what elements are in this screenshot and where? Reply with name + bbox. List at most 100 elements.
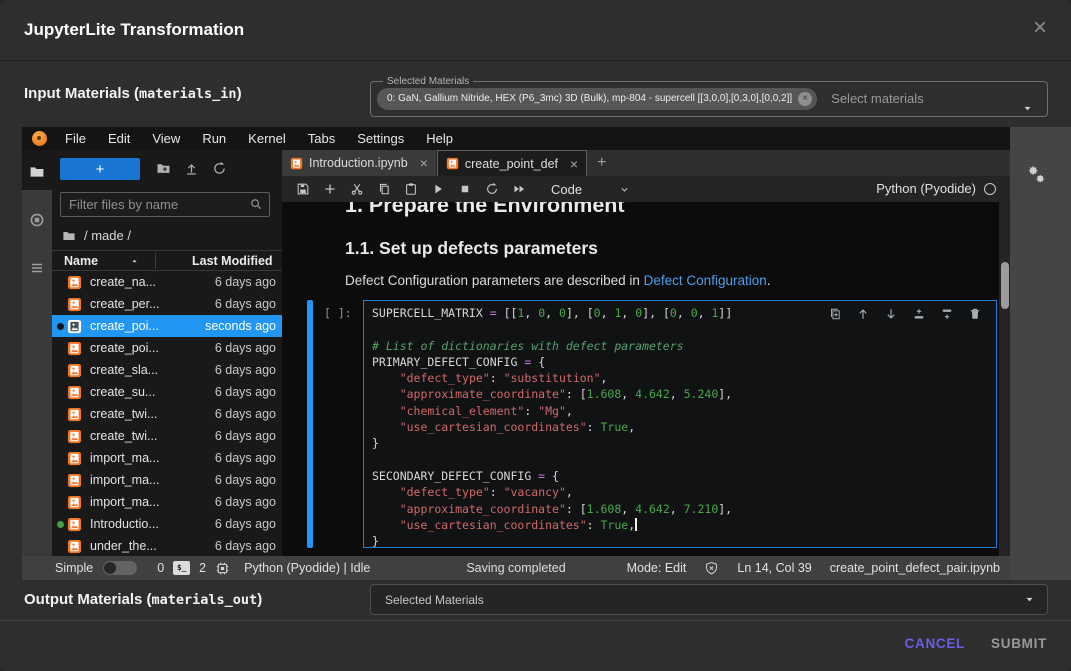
scrollbar-thumb[interactable]	[1001, 262, 1009, 309]
menu-kernel[interactable]: Kernel	[237, 127, 297, 150]
close-icon[interactable]: ×	[1033, 14, 1047, 42]
stop-icon[interactable]	[458, 182, 472, 196]
file-row[interactable]: create_poi...6 days ago	[52, 337, 282, 359]
notebook-icon	[67, 451, 82, 466]
sort-ascending-icon	[130, 257, 139, 266]
dialog-title: JupyterLite Transformation	[24, 20, 244, 40]
defect-configuration-link[interactable]: Defect Configuration	[644, 273, 767, 288]
mode-indicator[interactable]: Mode: Edit	[627, 561, 687, 575]
simple-mode-toggle[interactable]	[103, 561, 137, 575]
menu-run[interactable]: Run	[191, 127, 237, 150]
menu-help[interactable]: Help	[415, 127, 464, 150]
trash-icon[interactable]	[968, 307, 982, 321]
terminal-icon[interactable]: $_	[173, 561, 190, 575]
breadcrumb[interactable]: / made /	[62, 228, 131, 243]
fast-forward-icon[interactable]	[512, 182, 526, 196]
move-down-icon[interactable]	[884, 307, 898, 321]
kernels-count[interactable]: 2	[199, 561, 206, 575]
notebook-panel: Introduction.ipynb×create_point_defect_p…	[282, 150, 1010, 556]
cell-prompt: [ ]:	[324, 306, 352, 320]
running-icon[interactable]	[29, 212, 45, 228]
dropdown-caret-icon[interactable]	[1022, 103, 1033, 114]
kernel-status-icon[interactable]	[984, 183, 996, 195]
menu-file[interactable]: File	[54, 127, 97, 150]
output-materials-select[interactable]: Selected Materials	[370, 584, 1048, 615]
tab-bar: Introduction.ipynb×create_point_defect_p…	[282, 150, 1010, 176]
submit-button[interactable]: SUBMIT	[991, 636, 1047, 651]
notebook-scrollbar[interactable]	[999, 202, 1010, 556]
notebook-icon	[290, 157, 303, 170]
file-row[interactable]: create_twi...6 days ago	[52, 403, 282, 425]
menu-view[interactable]: View	[141, 127, 191, 150]
jupyterlab-app: FileEditViewRunKernelTabsSettingsHelp + …	[22, 127, 1010, 580]
cancel-button[interactable]: CANCEL	[905, 636, 965, 651]
file-row[interactable]: import_ma...6 days ago	[52, 447, 282, 469]
tab-Introduction.ipynb[interactable]: Introduction.ipynb×	[282, 150, 437, 176]
tab-close-icon[interactable]: ×	[570, 156, 578, 172]
menu-tabs[interactable]: Tabs	[297, 127, 346, 150]
terminals-count[interactable]: 0	[157, 561, 164, 575]
new-folder-icon[interactable]	[156, 161, 171, 176]
cell-type-dropdown[interactable]: Code	[551, 182, 582, 197]
run-icon[interactable]	[431, 182, 445, 196]
notebook-icon	[446, 157, 459, 170]
code-lines: SUPERCELL_MATRIX = [[1, 0, 0], [0, 1, 0]…	[364, 301, 996, 549]
insert-below-icon[interactable]	[940, 307, 954, 321]
filter-files-input[interactable]	[60, 192, 270, 217]
code-editor[interactable]: SUPERCELL_MATRIX = [[1, 0, 0], [0, 1, 0]…	[363, 300, 997, 548]
add-icon[interactable]	[323, 182, 337, 196]
file-row[interactable]: create_sla...6 days ago	[52, 359, 282, 381]
chevron-down-icon[interactable]	[619, 184, 630, 195]
cell-toolbar	[828, 307, 982, 321]
paste-icon[interactable]	[404, 182, 418, 196]
folder-icon[interactable]	[29, 164, 45, 180]
cursor-position[interactable]: Ln 14, Col 39	[737, 561, 811, 575]
text-cursor	[635, 518, 637, 531]
restart-icon[interactable]	[485, 182, 499, 196]
settings-gears-icon[interactable]	[1026, 164, 1046, 184]
tab-create_point_defect_pair.ip[interactable]: create_point_defect_pair.ip×	[437, 150, 587, 176]
save-icon[interactable]	[296, 182, 310, 196]
file-row[interactable]: import_ma...6 days ago	[52, 491, 282, 513]
file-name: create_per...	[90, 297, 160, 311]
file-row[interactable]: create_twi...6 days ago	[52, 425, 282, 447]
column-last-modified[interactable]: Last Modified	[192, 254, 273, 268]
menu-edit[interactable]: Edit	[97, 127, 141, 150]
file-row[interactable]: Introductio...6 days ago	[52, 513, 282, 535]
column-name[interactable]: Name	[64, 254, 98, 268]
input-materials-select[interactable]: Selected Materials 0: GaN, Gallium Nitri…	[370, 76, 1048, 117]
row-dot	[57, 279, 64, 286]
tab-close-icon[interactable]: ×	[420, 155, 428, 171]
duplicate-icon[interactable]	[828, 307, 842, 321]
status-bar: Simple 0 $_ 2 Python (Pyodide) | Idle Sa…	[22, 556, 1010, 580]
file-modified: seconds ago	[205, 319, 276, 333]
shield-x-icon[interactable]	[704, 561, 719, 576]
menu-bar: FileEditViewRunKernelTabsSettingsHelp	[22, 127, 1010, 150]
file-row[interactable]: create_poi... seconds ago	[52, 315, 282, 337]
chip-remove-icon[interactable]: ×	[798, 92, 812, 106]
file-row[interactable]: create_per...6 days ago	[52, 293, 282, 315]
dropdown-caret-icon[interactable]	[1024, 594, 1035, 605]
file-row[interactable]: create_na...6 days ago	[52, 271, 282, 293]
file-name: create_poi...	[90, 319, 159, 333]
material-chip[interactable]: 0: GaN, Gallium Nitride, HEX (P6_3mc) 3D…	[377, 88, 817, 110]
row-dot	[57, 455, 64, 462]
file-row[interactable]: under_the...6 days ago	[52, 535, 282, 557]
cut-icon[interactable]	[350, 182, 364, 196]
cell-selected-bar[interactable]	[307, 300, 313, 548]
jupyter-logo-icon	[32, 131, 47, 146]
kernel-chip-icon[interactable]	[215, 561, 230, 576]
copy-icon[interactable]	[377, 182, 391, 196]
file-row[interactable]: import_ma...6 days ago	[52, 469, 282, 491]
add-tab-icon[interactable]: +	[597, 154, 606, 172]
new-launcher-button[interactable]: +	[60, 158, 140, 180]
list-icon[interactable]	[29, 260, 45, 276]
kernel-name-button[interactable]: Python (Pyodide)	[876, 176, 976, 202]
move-up-icon[interactable]	[856, 307, 870, 321]
insert-above-icon[interactable]	[912, 307, 926, 321]
menu-settings[interactable]: Settings	[346, 127, 415, 150]
refresh-icon[interactable]	[212, 161, 227, 176]
kernel-status-text[interactable]: Python (Pyodide) | Idle	[244, 561, 370, 575]
upload-icon[interactable]	[184, 161, 199, 176]
file-row[interactable]: create_su...6 days ago	[52, 381, 282, 403]
